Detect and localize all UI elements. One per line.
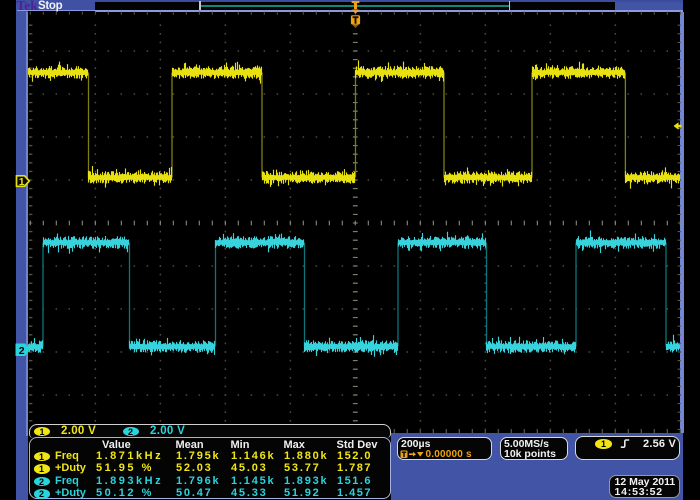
svg-text:1: 1: [19, 176, 25, 188]
svg-text:2: 2: [19, 345, 25, 357]
